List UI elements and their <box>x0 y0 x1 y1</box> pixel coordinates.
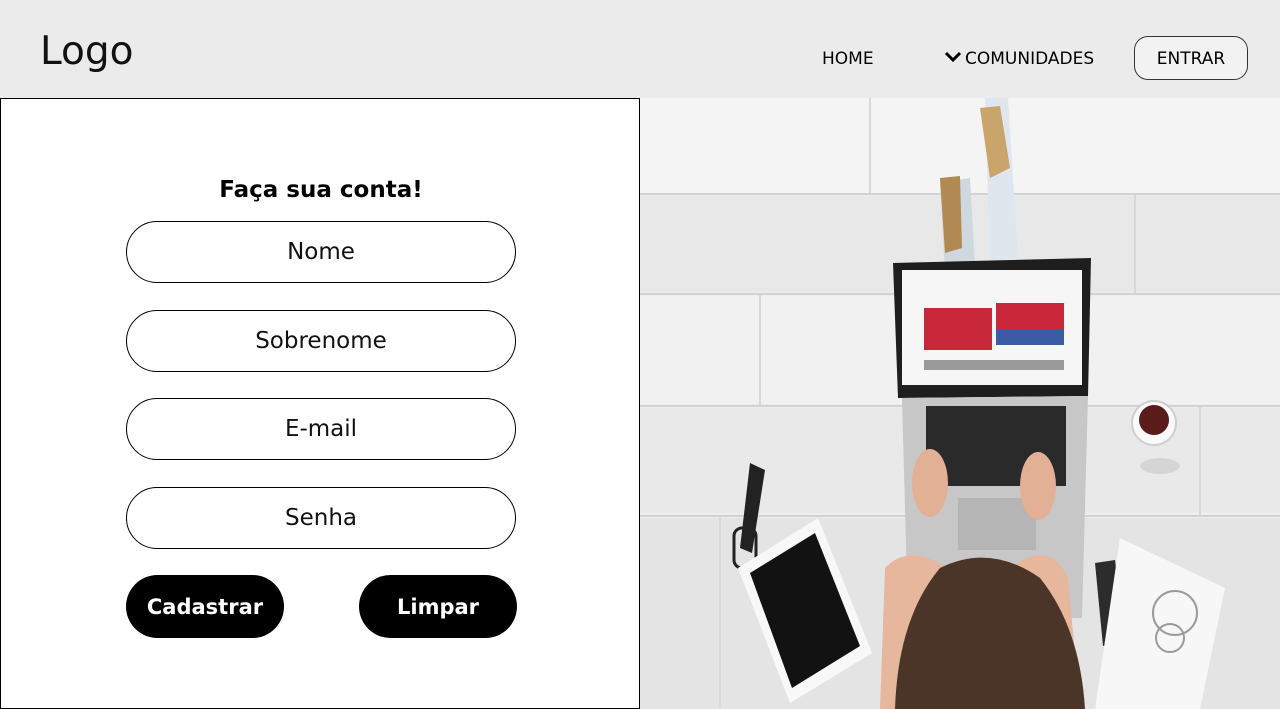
logo[interactable]: Logo <box>40 28 134 76</box>
header: Logo HOME COMUNIDADES ENTRAR <box>0 0 1280 98</box>
hero-photo <box>640 98 1280 709</box>
nav-home-link[interactable]: HOME <box>822 47 874 71</box>
nav-comunidades-label: COMUNIDADES <box>965 49 1095 69</box>
email-input[interactable] <box>126 398 516 460</box>
limpar-button[interactable]: Limpar <box>359 575 517 638</box>
nav-home-label: HOME <box>822 49 874 69</box>
sobrenome-input[interactable] <box>126 310 516 372</box>
entrar-button[interactable]: ENTRAR <box>1134 36 1248 80</box>
senha-input[interactable] <box>126 487 516 549</box>
form-title: Faça sua conta! <box>219 177 423 203</box>
signup-form-panel: Faça sua conta! Cadastrar Limpar <box>0 98 640 709</box>
cadastrar-button[interactable]: Cadastrar <box>126 575 284 638</box>
chevron-down-icon <box>943 47 965 71</box>
nome-input[interactable] <box>126 221 516 283</box>
nav-comunidades-dropdown[interactable]: COMUNIDADES <box>943 47 1094 71</box>
